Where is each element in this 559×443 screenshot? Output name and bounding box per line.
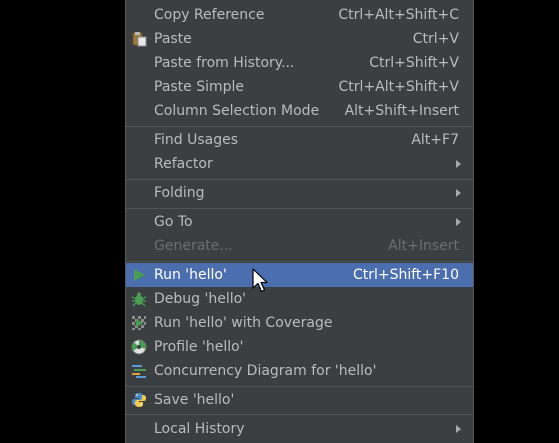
menu-item-label: Debug 'hello'	[154, 291, 247, 307]
menu-item-profile-hello[interactable]: Profile 'hello'	[126, 335, 473, 359]
menu-item-label: Run 'hello'	[154, 267, 227, 283]
menu-item-generate: Generate... Alt+Insert	[126, 234, 473, 258]
menu-item-shortcut: Ctrl+Alt+Shift+C	[338, 7, 459, 23]
mouse-cursor-icon	[252, 268, 268, 293]
menu-item-save-hello[interactable]: Save 'hello'	[126, 388, 473, 412]
menu-item-label: Run 'hello' with Coverage	[154, 315, 333, 331]
run-icon	[131, 267, 147, 283]
menu-item-label: Column Selection Mode	[154, 103, 320, 119]
menu-item-paste[interactable]: Paste Ctrl+V	[126, 27, 473, 51]
menu-item-label: Local History	[154, 421, 245, 437]
menu-item-shortcut: Alt+F7	[411, 132, 459, 148]
menu-item-column-selection-mode[interactable]: Column Selection Mode Alt+Shift+Insert	[126, 99, 473, 123]
menu-item-shortcut: Alt+Insert	[388, 238, 459, 254]
profile-icon	[131, 339, 147, 355]
menu-item-run-with-coverage[interactable]: Run 'hello' with Coverage	[126, 311, 473, 335]
menu-separator	[126, 414, 473, 415]
menu-separator	[126, 126, 473, 127]
menu-item-paste-simple[interactable]: Paste Simple Ctrl+Alt+Shift+V	[126, 75, 473, 99]
menu-item-label: Generate...	[154, 238, 233, 254]
menu-separator	[126, 386, 473, 387]
coverage-icon	[131, 315, 147, 331]
menu-item-run-hello[interactable]: Run 'hello' Ctrl+Shift+F10	[126, 263, 473, 287]
menu-item-label: Concurrency Diagram for 'hello'	[154, 363, 377, 379]
menu-item-debug-hello[interactable]: Debug 'hello'	[126, 287, 473, 311]
menu-item-local-history[interactable]: Local History	[126, 417, 473, 441]
menu-separator	[126, 179, 473, 180]
menu-item-copy-reference[interactable]: Copy Reference Ctrl+Alt+Shift+C	[126, 3, 473, 27]
menu-item-label: Go To	[154, 214, 193, 230]
menu-item-label: Paste Simple	[154, 79, 245, 95]
menu-item-label: Profile 'hello'	[154, 339, 244, 355]
menu-item-label: Paste from History...	[154, 55, 295, 71]
menu-item-shortcut: Ctrl+Alt+Shift+V	[338, 79, 459, 95]
submenu-arrow-icon	[456, 160, 461, 168]
menu-item-label: Folding	[154, 185, 205, 201]
menu-item-label: Find Usages	[154, 132, 239, 148]
menu-item-refactor[interactable]: Refactor	[126, 152, 473, 176]
concurrency-diagram-icon	[131, 363, 147, 379]
submenu-arrow-icon	[456, 425, 461, 433]
menu-item-shortcut: Ctrl+Shift+V	[369, 55, 459, 71]
submenu-arrow-icon	[456, 189, 461, 197]
menu-item-shortcut: Ctrl+V	[412, 31, 459, 47]
menu-item-shortcut: Ctrl+Shift+F10	[352, 267, 459, 283]
menu-item-label: Refactor	[154, 156, 213, 172]
menu-item-folding[interactable]: Folding	[126, 181, 473, 205]
menu-separator	[126, 261, 473, 262]
context-menu: Copy Reference Ctrl+Alt+Shift+C Paste Ct…	[125, 0, 474, 443]
menu-item-label: Save 'hello'	[154, 392, 235, 408]
menu-item-find-usages[interactable]: Find Usages Alt+F7	[126, 128, 473, 152]
menu-item-label: Copy Reference	[154, 7, 265, 23]
menu-separator	[126, 208, 473, 209]
submenu-arrow-icon	[456, 218, 461, 226]
menu-item-label: Paste	[154, 31, 192, 47]
menu-item-go-to[interactable]: Go To	[126, 210, 473, 234]
paste-icon	[131, 31, 147, 47]
menu-item-shortcut: Alt+Shift+Insert	[344, 103, 459, 119]
menu-item-concurrency-diagram[interactable]: Concurrency Diagram for 'hello'	[126, 359, 473, 383]
python-icon	[131, 392, 147, 408]
debug-icon	[131, 291, 147, 307]
menu-item-paste-from-history[interactable]: Paste from History... Ctrl+Shift+V	[126, 51, 473, 75]
